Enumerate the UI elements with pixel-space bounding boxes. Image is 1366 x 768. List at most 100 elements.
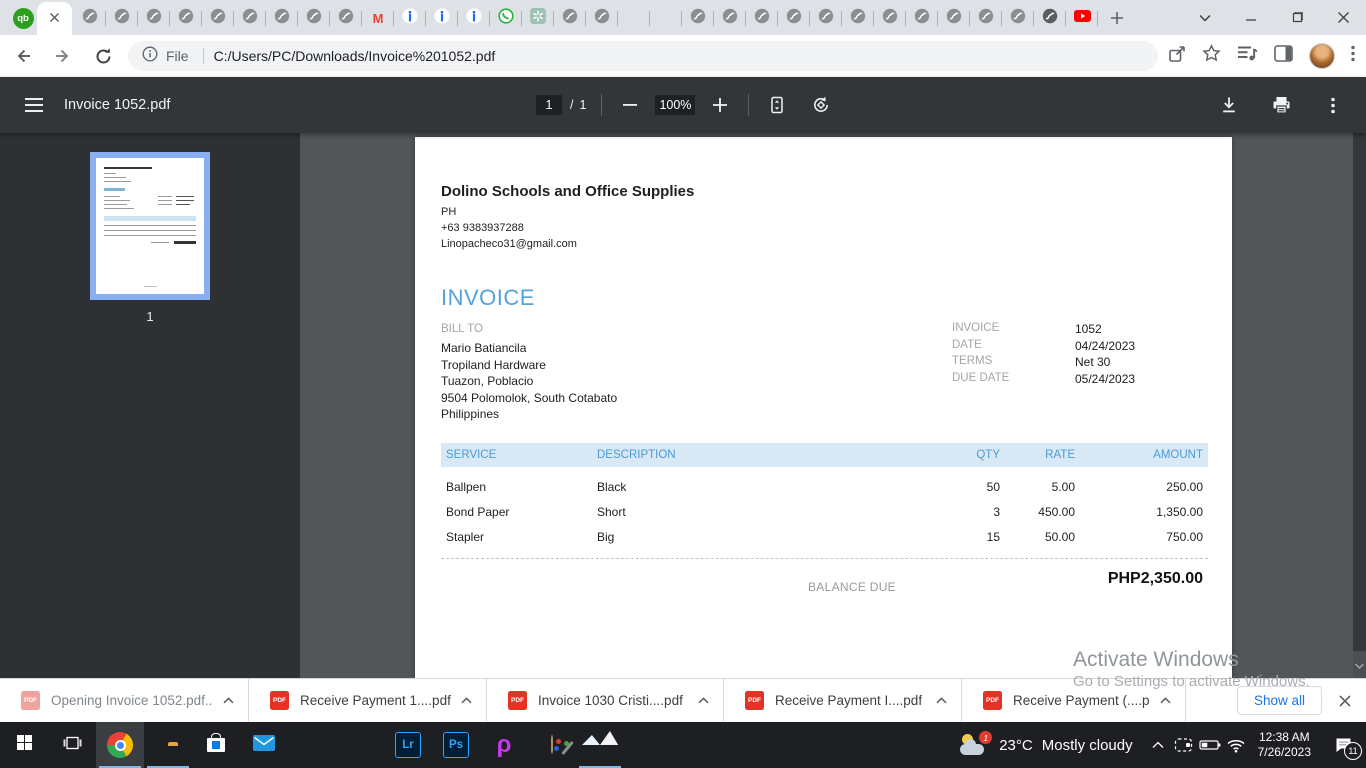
vertical-scrollbar[interactable] (1353, 133, 1366, 678)
tab-gray-circle[interactable] (106, 2, 138, 35)
url-text[interactable]: C:/Users/PC/Downloads/Invoice%201052.pdf (214, 48, 496, 64)
zoom-out-icon[interactable] (617, 92, 643, 118)
profile-avatar[interactable] (1309, 43, 1335, 69)
meet-now-icon[interactable] (1171, 722, 1197, 768)
taskbar-app-chrome[interactable] (96, 722, 144, 768)
taskbar-app-firefox[interactable] (288, 722, 336, 768)
back-icon[interactable] (6, 39, 40, 73)
tab-gray-circle[interactable] (138, 2, 170, 35)
tab-info-blue[interactable] (426, 2, 458, 35)
side-panel-icon[interactable] (1274, 45, 1293, 67)
download-item[interactable]: PDF Receive Payment 1....pdf (249, 678, 487, 723)
tray-chevron-up-icon[interactable] (1145, 722, 1171, 768)
download-item[interactable]: PDF Receive Payment (....pdf (962, 678, 1186, 723)
download-chevron-up-icon[interactable] (932, 693, 951, 708)
tab-gray-circle[interactable] (1002, 2, 1034, 35)
show-all-downloads-button[interactable]: Show all (1236, 686, 1322, 715)
pdf-more-dots-icon[interactable] (1320, 92, 1346, 118)
download-item[interactable]: PDF Invoice 1030 Cristi....pdf (487, 678, 724, 723)
battery-icon[interactable] (1197, 722, 1223, 768)
tab-gray-circle[interactable] (586, 2, 618, 35)
tab-gray-circle[interactable] (266, 2, 298, 35)
tab-gray-circle[interactable] (298, 2, 330, 35)
zoom-in-icon[interactable] (707, 92, 733, 118)
tab-info-blue[interactable] (458, 2, 490, 35)
tab-gray-circle[interactable] (874, 2, 906, 35)
zoom-level[interactable]: 100% (655, 95, 696, 115)
weather-widget[interactable]: 1 23°C Mostly cloudy (948, 722, 1144, 768)
wifi-icon[interactable] (1223, 722, 1249, 768)
notification-center-button[interactable]: 11 (1320, 722, 1366, 768)
tab-gray-circle[interactable] (170, 2, 202, 35)
pdf-actions (1216, 77, 1346, 133)
download-item[interactable]: PDF Opening Invoice 1052.pdf... (0, 678, 249, 723)
rotate-icon[interactable] (808, 92, 834, 118)
tab-gray-circle[interactable] (74, 2, 106, 35)
taskbar-app-edge[interactable] (336, 722, 384, 768)
download-chevron-up-icon[interactable] (1156, 693, 1175, 708)
download-item[interactable]: PDF Receive Payment I....pdf (724, 678, 962, 723)
tab-gray-circle[interactable] (330, 2, 362, 35)
tab-gray-circle[interactable] (202, 2, 234, 35)
task-view-button[interactable] (48, 722, 96, 768)
start-button[interactable] (0, 722, 48, 768)
scrollbar-thumb[interactable] (1353, 133, 1366, 651)
tab-quickbooks-pinned[interactable]: qb (12, 7, 34, 29)
tab-gray-circle[interactable] (906, 2, 938, 35)
download-chevron-up-icon[interactable] (219, 693, 238, 708)
tab-gray-circle[interactable] (714, 2, 746, 35)
download-icon[interactable] (1216, 92, 1242, 118)
taskbar-app-microsoft-store[interactable] (192, 722, 240, 768)
taskbar-app-file-explorer[interactable] (144, 722, 192, 768)
window-minimize-button[interactable] (1228, 0, 1274, 35)
tab-gray-circle[interactable] (938, 2, 970, 35)
fit-to-page-icon[interactable] (764, 92, 790, 118)
scroll-down-icon[interactable] (1353, 654, 1366, 678)
tab-gray-circle[interactable] (970, 2, 1002, 35)
tab-gray-circle[interactable] (842, 2, 874, 35)
window-close-button[interactable] (1320, 0, 1366, 35)
download-chevron-up-icon[interactable] (457, 693, 476, 708)
taskbar-app-mail[interactable] (240, 722, 288, 768)
tab-active[interactable] (37, 2, 72, 35)
tab-google-drive[interactable] (650, 2, 682, 35)
new-tab-button[interactable] (1104, 6, 1130, 30)
tab-gray-circle[interactable] (810, 2, 842, 35)
tab-gray-circle[interactable] (554, 2, 586, 35)
tab-gray-circle[interactable] (682, 2, 714, 35)
tab-gray-circle[interactable] (234, 2, 266, 35)
taskbar-clock[interactable]: 12:38 AM 7/26/2023 (1249, 730, 1320, 760)
print-icon[interactable] (1268, 92, 1294, 118)
tab-youtube[interactable] (1066, 2, 1098, 35)
taskbar-app-photos[interactable] (576, 722, 624, 768)
tab-gmail[interactable]: M (362, 2, 394, 35)
reload-icon[interactable] (86, 39, 120, 73)
page-number-input[interactable]: 1 (536, 95, 562, 115)
media-controls-icon[interactable] (1237, 45, 1258, 67)
tab-google-drive[interactable] (618, 2, 650, 35)
tab-chrome-gray[interactable] (1034, 2, 1066, 35)
system-tray: 1 23°C Mostly cloudy 12:38 AM 7/26/2023 (948, 722, 1366, 768)
tab-close-icon[interactable] (49, 10, 60, 28)
share-icon[interactable] (1168, 45, 1186, 68)
tab-gray-circle[interactable] (778, 2, 810, 35)
tab-chatgpt[interactable] (522, 2, 554, 35)
download-chevron-up-icon[interactable] (694, 693, 713, 708)
omnibox[interactable]: File C:/Users/PC/Downloads/Invoice%20105… (128, 41, 1158, 71)
tab-whatsapp[interactable] (490, 2, 522, 35)
page-info-icon[interactable] (142, 46, 158, 67)
tab-gray-circle[interactable] (746, 2, 778, 35)
page-thumbnail[interactable] (90, 152, 210, 300)
pdf-menu-icon[interactable] (14, 85, 54, 125)
tab-info-blue[interactable] (394, 2, 426, 35)
tab-search-chevron-icon[interactable] (1194, 9, 1216, 27)
bookmark-star-icon[interactable] (1202, 44, 1221, 68)
taskbar-app-photoshop[interactable]: Ps (432, 722, 480, 768)
window-maximize-button[interactable] (1274, 0, 1320, 35)
taskbar-app-paint[interactable] (528, 722, 576, 768)
browser-menu-dots-icon[interactable] (1351, 45, 1355, 67)
taskbar-app-picsart[interactable]: ρ (480, 722, 528, 768)
taskbar-app-lightroom[interactable]: Lr (384, 722, 432, 768)
close-downloads-bar-icon[interactable] (1338, 694, 1352, 708)
forward-icon[interactable] (46, 39, 80, 73)
